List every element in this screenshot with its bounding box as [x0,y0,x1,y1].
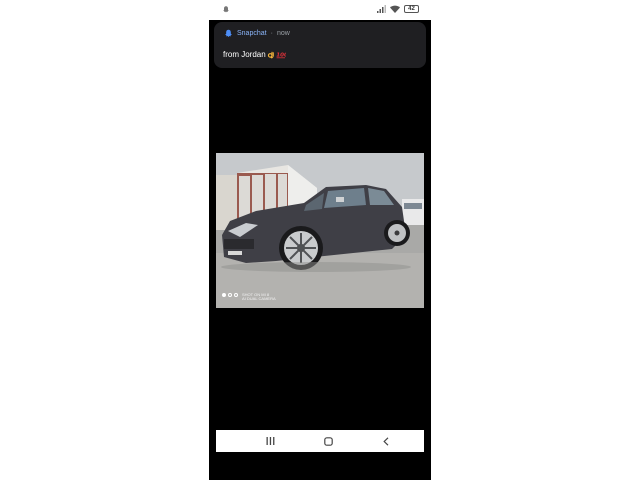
snapchat-ghost-icon [223,6,229,13]
phone-screen: 42 Snapchat · now from Jordan 100 [209,0,431,480]
notification-app-name: Snapchat [237,30,267,37]
home-icon [323,436,333,446]
notification-message-row: from Jordan 100 [223,50,286,59]
signal-icon [377,5,386,13]
status-bar: 42 [209,0,431,20]
car-photo-image [216,153,424,308]
photo-watermark: SHOT ON MI 8 AI DUAL CAMERA [242,293,276,301]
battery-icon: 42 [404,5,419,13]
back-icon [383,436,389,446]
pager-dot [228,293,232,297]
watermark-line2: AI DUAL CAMERA [242,296,276,301]
recent-apps-button[interactable] [250,430,290,452]
photo-pager-dots [222,293,238,297]
notification-separator: · [270,30,273,37]
hundred-points-emoji-icon: 100 [276,52,286,58]
recent-apps-icon [266,437,274,445]
back-button[interactable] [366,430,406,452]
notification-time: now [276,30,290,37]
ok-hand-emoji-icon [267,51,274,59]
wifi-icon [390,5,400,13]
notification-message: from Jordan [223,50,266,59]
battery-level: 42 [408,6,415,12]
pager-dot [222,293,226,297]
snapchat-notification[interactable]: Snapchat · now from Jordan 100 [214,22,426,68]
home-button[interactable] [308,430,348,452]
pager-dot [234,293,238,297]
notification-header: Snapchat · now [224,29,290,38]
snapchat-app-icon [225,29,232,38]
car-photo[interactable]: SHOT ON MI 8 AI DUAL CAMERA [216,153,424,308]
navigation-bar [216,430,424,452]
